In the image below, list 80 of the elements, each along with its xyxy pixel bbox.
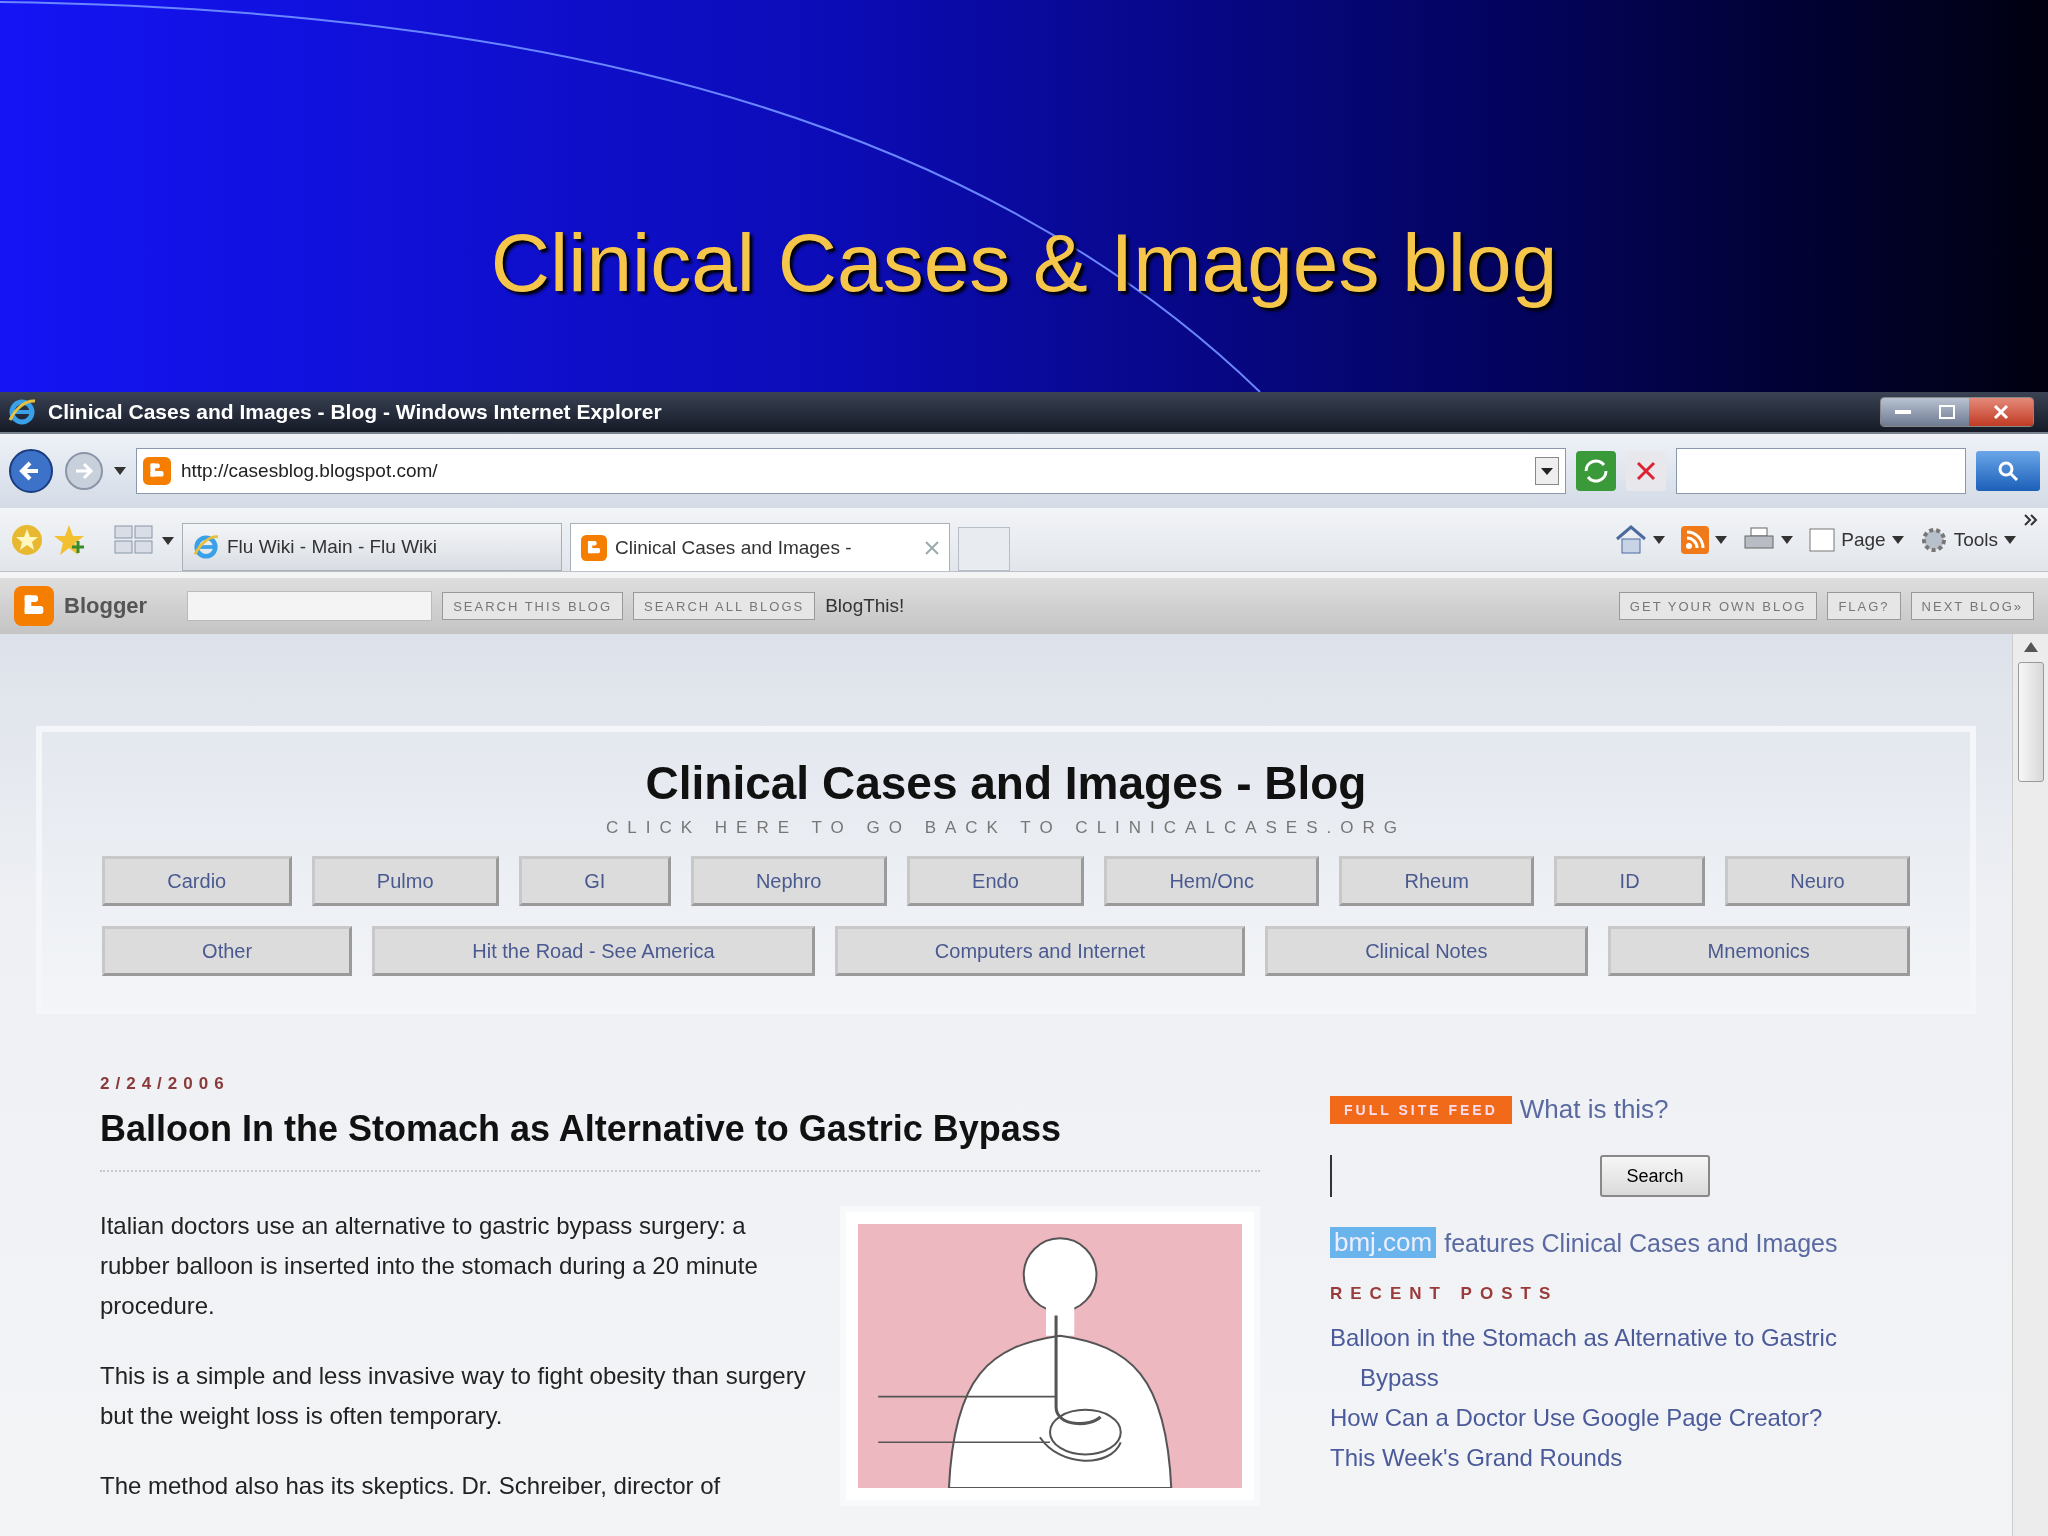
toolbar-menu[interactable]: Page bbox=[1809, 527, 1904, 552]
category-button[interactable]: Nephro bbox=[690, 856, 887, 906]
address-field[interactable]: http://casesblog.blogspot.com/ bbox=[136, 448, 1566, 494]
search-button[interactable]: Search bbox=[1600, 1155, 1710, 1197]
minimize-icon bbox=[1895, 410, 1911, 414]
category-button[interactable]: Cardio bbox=[102, 856, 292, 906]
close-button[interactable] bbox=[1969, 398, 2033, 426]
maximize-icon bbox=[1939, 405, 1955, 419]
caret-icon bbox=[1653, 535, 1666, 544]
chevron-icon[interactable] bbox=[2024, 514, 2038, 526]
window-title: Clinical Cases and Images - Blog - Windows Internet Explorer bbox=[48, 400, 663, 424]
scroll-up-icon[interactable] bbox=[2023, 642, 2038, 652]
page-icon bbox=[1809, 527, 1836, 552]
caret-icon bbox=[114, 467, 126, 475]
bmj-caption: features Clinical Cases and Images bbox=[1444, 1229, 1838, 1258]
category-button[interactable]: Clinical Notes bbox=[1265, 926, 1588, 976]
post-date: 2/24/2006 bbox=[100, 1074, 231, 1094]
home-icon[interactable] bbox=[1615, 524, 1648, 555]
tab-grid-icon[interactable] bbox=[114, 524, 154, 555]
search-button[interactable] bbox=[1976, 451, 2040, 491]
blog-title: Clinical Cases and Images - Blog bbox=[645, 756, 1367, 810]
scrollbar[interactable] bbox=[2012, 634, 2048, 1536]
category-button[interactable]: Hit the Road - See America bbox=[372, 926, 815, 976]
category-button[interactable]: ID bbox=[1554, 856, 1705, 906]
category-button[interactable]: Rheum bbox=[1339, 856, 1535, 906]
blogger-button[interactable]: SEARCH THIS BLOG bbox=[442, 592, 624, 620]
caret-icon bbox=[1891, 535, 1904, 544]
toolbar-menu[interactable]: Tools bbox=[1919, 525, 2016, 554]
close-icon bbox=[1993, 404, 2009, 420]
globe-icon bbox=[8, 398, 36, 426]
blogger-button[interactable]: SEARCH ALL BLOGS bbox=[633, 592, 816, 620]
recent-posts-heading: RECENT POSTS bbox=[1330, 1284, 1560, 1304]
post-title: Balloon In the Stomach as Alternative to Gastric Bypass bbox=[100, 1108, 1260, 1172]
post-paragraph: This is a simple and less invasive way to fight obesity than surgery but the weight loss is often temporary. bbox=[100, 1361, 807, 1431]
blogger-brand[interactable]: Blogger bbox=[64, 593, 148, 619]
category-button[interactable]: Computers and Internet bbox=[834, 926, 1246, 976]
caret-icon bbox=[2004, 535, 2016, 544]
close-icon[interactable] bbox=[925, 540, 939, 555]
category-button[interactable]: Hem/Onc bbox=[1104, 856, 1320, 906]
blogger-icon bbox=[581, 534, 607, 561]
category-button[interactable]: Other bbox=[102, 926, 353, 976]
category-button[interactable]: Mnemonics bbox=[1607, 926, 1910, 976]
dropdown-icon bbox=[1535, 457, 1559, 485]
caret-icon bbox=[162, 536, 174, 545]
minimize-button[interactable] bbox=[1881, 398, 1925, 426]
caret-icon bbox=[1781, 535, 1794, 544]
category-button[interactable]: Endo bbox=[906, 856, 1085, 906]
blogger-icon bbox=[143, 457, 171, 485]
home-link[interactable]: CLICK HERE TO GO BACK TO CLINICALCASES.ORG bbox=[606, 818, 1406, 838]
blogthis-link[interactable]: BlogThis! bbox=[825, 595, 905, 617]
globe-icon bbox=[193, 534, 219, 560]
caret-icon bbox=[1715, 535, 1728, 544]
category-button[interactable]: GI bbox=[518, 856, 671, 906]
browser-tab[interactable]: Flu Wiki - Main - Flu Wiki bbox=[182, 523, 562, 571]
feed-help-link[interactable]: What is this? bbox=[1519, 1094, 1669, 1125]
blog-search-field[interactable] bbox=[187, 591, 433, 621]
rss-icon[interactable] bbox=[1681, 525, 1710, 554]
scroll-thumb[interactable] bbox=[2017, 662, 2044, 782]
stop-button[interactable] bbox=[1626, 451, 1666, 491]
post-paragraph: The method also has its skeptics. Dr. Schreiber, director of bbox=[100, 1471, 722, 1501]
category-button[interactable]: Pulmo bbox=[311, 856, 499, 906]
gear-icon bbox=[1919, 525, 1948, 554]
blogger-icon bbox=[14, 586, 54, 626]
post-paragraph: Italian doctors use an alternative to gastric bypass surgery: a rubber balloon is inserted into the stomach during a 20 minute procedure. bbox=[100, 1211, 759, 1321]
refresh-button[interactable] bbox=[1576, 451, 1616, 491]
blogger-button[interactable]: FLAG? bbox=[1827, 592, 1901, 620]
slide-title: Clinical Cases & Images blog bbox=[490, 216, 1558, 310]
recent-post-link[interactable]: How Can a Doctor Use Google Page Creator? bbox=[1330, 1398, 1910, 1438]
back-button[interactable] bbox=[8, 448, 54, 494]
browser-tab[interactable]: Clinical Cases and Images - bbox=[570, 523, 950, 571]
recent-post-link[interactable]: This Week's Grand Rounds bbox=[1330, 1438, 1910, 1478]
forward-button[interactable] bbox=[64, 451, 104, 491]
search-icon bbox=[1997, 460, 2019, 482]
maximize-button[interactable] bbox=[1925, 398, 1969, 426]
category-button[interactable]: Neuro bbox=[1724, 856, 1910, 906]
blogger-button[interactable]: GET YOUR OWN BLOG bbox=[1618, 592, 1818, 620]
feed-badge[interactable]: FULL SITE FEED bbox=[1330, 1095, 1512, 1124]
blogger-button[interactable]: NEXT BLOG» bbox=[1910, 592, 2034, 620]
search-field[interactable] bbox=[1676, 448, 1966, 494]
recent-post-link[interactable]: Balloon in the Stomach as Alternative to Gastric Bypass bbox=[1330, 1318, 1910, 1398]
